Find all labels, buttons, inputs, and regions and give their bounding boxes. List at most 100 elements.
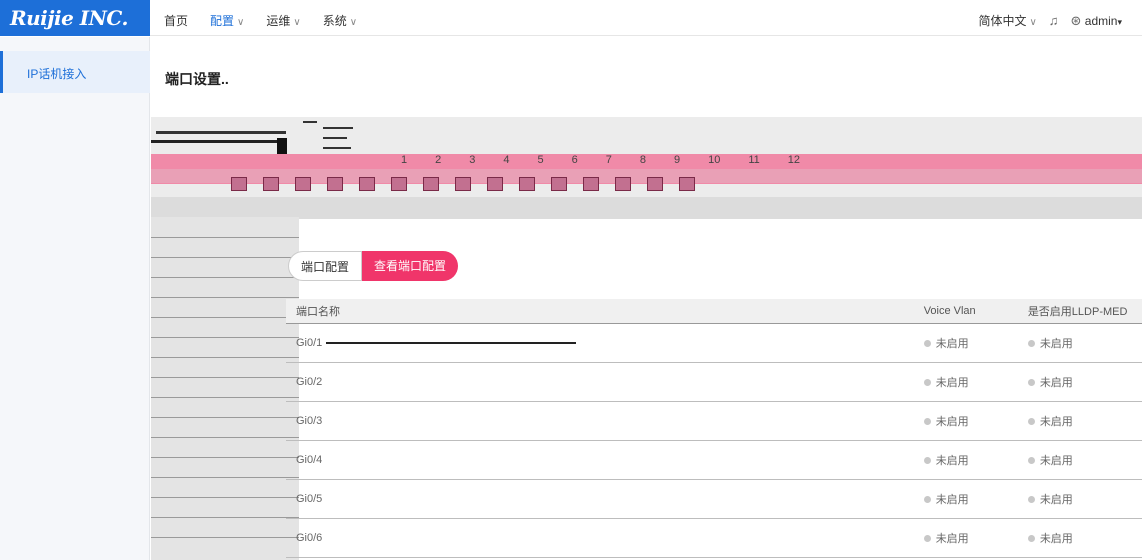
port-name-cell: Gi0/6 [286,518,619,558]
port-number[interactable]: 6 [572,154,578,166]
nav-config[interactable]: 配置 ∨ [210,12,244,29]
port-box[interactable] [583,177,599,191]
port-name: Gi0/4 [296,453,323,466]
port-box[interactable] [487,177,503,191]
main-content: 端口设置.. 1 2 3 4 5 6 7 8 9 10 11 12 端口配置 查… [151,37,1142,560]
port-name: Gi0/1 [296,336,323,349]
lldp-status: 未启用 [1039,337,1073,350]
status-dot [923,457,931,465]
voice-vlan-status: 未启用 [935,493,969,506]
port-number[interactable]: 7 [606,154,612,166]
status-dot [1027,418,1035,426]
port-number[interactable]: 8 [640,154,646,166]
port-box[interactable] [551,177,567,191]
voice-vlan-cell: 未启用 [618,362,1028,402]
view-port-config-button[interactable]: 查看端口配置 [362,251,459,281]
panel-footer [151,197,1142,219]
language-label: 简体中文 [978,14,1027,28]
port-box[interactable] [455,177,471,191]
voice-vlan-status: 未启用 [935,415,969,428]
nav-system-label: 系统 [322,14,347,28]
column-header: 端口名称 [286,299,619,324]
port-box[interactable] [647,177,663,191]
column-header: 是否启用LLDP-MED [1027,299,1142,324]
voice-vlan-status: 未启用 [935,454,969,467]
port-number[interactable]: 5 [538,154,544,166]
table-row[interactable]: Gi0/6 未启用 未启用 [286,518,1142,558]
sidebar: IP话机接入 [0,37,150,560]
port-number[interactable]: 3 [469,154,475,166]
view-switch: 端口配置 查看端口配置 [288,251,459,281]
table-header-row: 端口名称 Voice Vlan 是否启用LLDP-MED [286,299,1142,324]
port-box[interactable] [359,177,375,191]
logo-text: Ruijie INC. [10,6,128,30]
port-number[interactable]: 10 [708,154,720,166]
port-number[interactable]: 9 [674,154,680,166]
status-dot [1027,496,1035,504]
port-box[interactable] [615,177,631,191]
chevron-down-icon: ∨ [293,17,301,28]
voice-vlan-status: 未启用 [935,532,969,545]
port-table: 端口名称 Voice Vlan 是否启用LLDP-MED Gi0/1 未启用 未… [286,299,1142,558]
nav-ops[interactable]: 运维 ∨ [266,12,300,29]
table-row[interactable]: Gi0/4 未启用 未启用 [286,440,1142,480]
port-number[interactable]: 1 [401,154,407,166]
port-box[interactable] [423,177,439,191]
status-dot [923,379,931,387]
port-name-cell: Gi0/4 [286,440,619,480]
port-name: Gi0/3 [296,414,323,427]
left-panel [151,217,299,560]
headset-icon[interactable]: ♫ [1049,13,1059,28]
status-dot [1027,379,1035,387]
port-boxes [231,177,695,191]
status-dot [1027,340,1035,348]
port-number[interactable]: 12 [788,154,800,166]
port-name-cell: Gi0/3 [286,401,619,441]
divider [156,131,286,134]
port-number[interactable]: 4 [503,154,509,166]
chevron-down-icon: ∨ [349,17,358,28]
nav-home-label: 首页 [164,14,189,28]
status-dot [1027,535,1035,543]
port-number[interactable]: 2 [435,154,441,166]
sidebar-item-ip-phone[interactable]: IP话机接入 [0,51,150,93]
table-row[interactable]: Gi0/2 未启用 未启用 [286,362,1142,402]
user-icon: ⊛ [1070,12,1082,28]
port-box[interactable] [327,177,343,191]
lldp-cell: 未启用 [1027,440,1142,480]
lldp-cell: 未启用 [1027,479,1142,519]
port-name-cell: Gi0/1 [286,323,619,363]
port-box[interactable] [519,177,535,191]
sidebar-item-label: IP话机接入 [27,67,87,81]
lldp-cell: 未启用 [1027,362,1142,402]
user-menu[interactable]: ⊛ admin▾ [1071,13,1122,29]
port-name-cell: Gi0/5 [286,479,619,519]
voice-vlan-status: 未启用 [935,376,969,389]
logo[interactable]: Ruijie INC. [0,0,150,36]
nav-home[interactable]: 首页 [164,12,188,29]
language-select[interactable]: 简体中文 ∨ [978,12,1036,29]
port-box[interactable] [263,177,279,191]
status-dot [923,418,931,426]
port-box[interactable] [231,177,247,191]
port-name: Gi0/5 [296,492,323,505]
table-row[interactable]: Gi0/1 未启用 未启用 [286,323,1142,363]
chevron-down-icon: ∨ [237,17,245,28]
port-box[interactable] [295,177,311,191]
table-row[interactable]: Gi0/3 未启用 未启用 [286,401,1142,441]
nav-ops-label: 运维 [266,14,291,28]
port-name: Gi0/2 [296,375,323,388]
lldp-status: 未启用 [1039,493,1073,506]
user-name: admin [1084,13,1118,28]
table-row[interactable]: Gi0/5 未启用 未启用 [286,479,1142,519]
lldp-status: 未启用 [1039,376,1073,389]
voice-vlan-cell: 未启用 [618,440,1028,480]
nav-system[interactable]: 系统 ∨ [323,12,357,29]
port-box[interactable] [679,177,695,191]
port-number[interactable]: 11 [748,154,759,166]
port-config-button[interactable]: 端口配置 [288,251,363,281]
divider [326,341,577,344]
voice-vlan-cell: 未启用 [618,518,1028,558]
status-dot [923,340,931,348]
port-box[interactable] [391,177,407,191]
